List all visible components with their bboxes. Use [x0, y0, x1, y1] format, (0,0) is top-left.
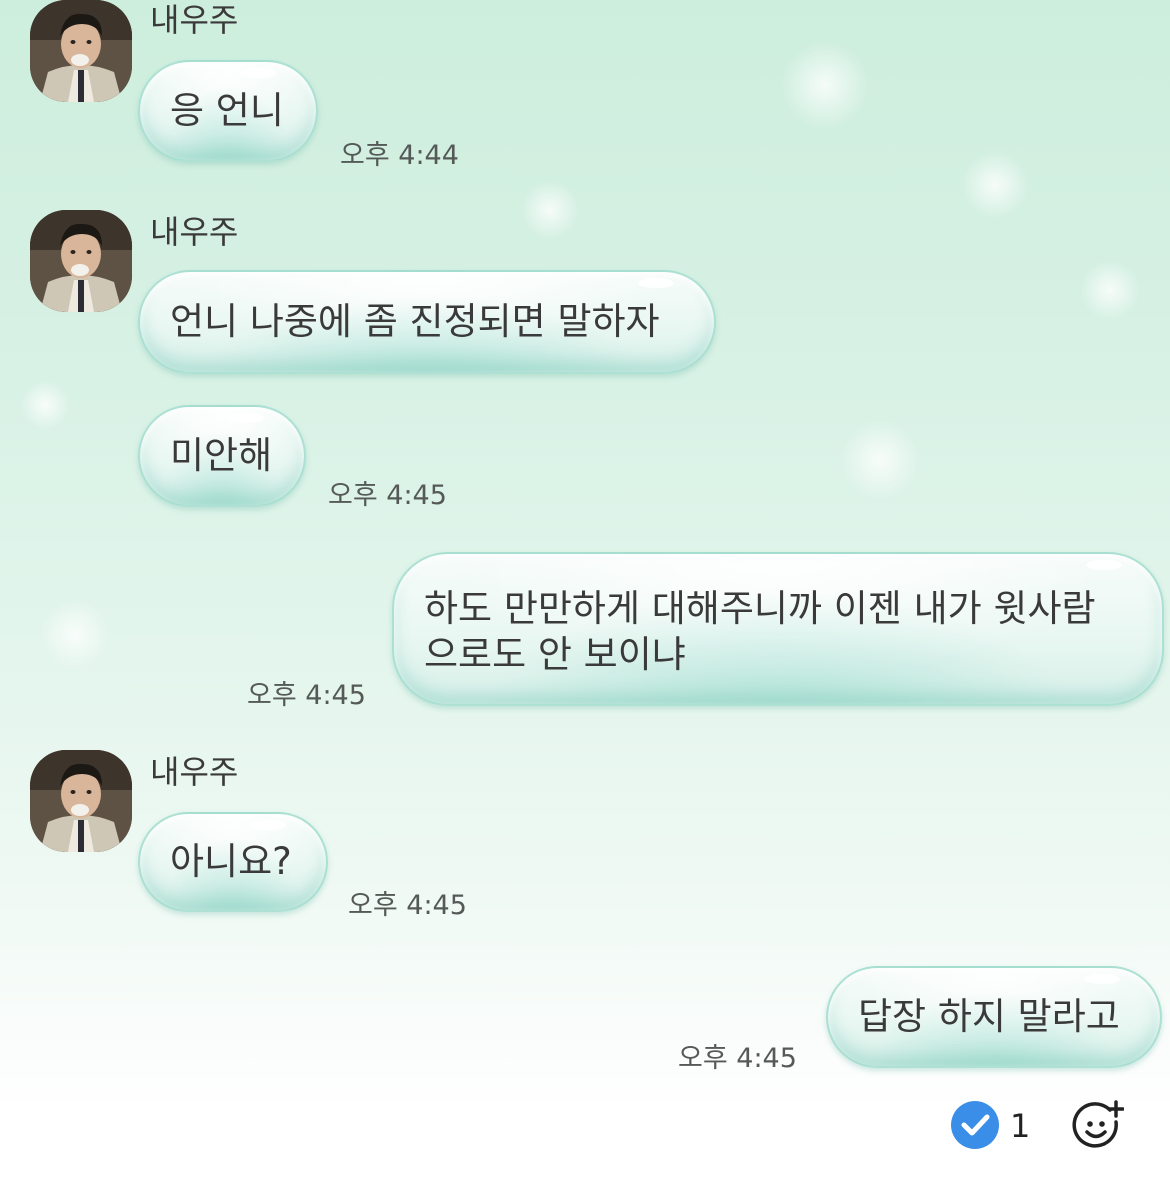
profile-photo-icon: [30, 0, 132, 102]
message-time: 오후 4:45: [348, 890, 467, 921]
background-sparkle: [520, 180, 580, 240]
background-sparkle: [1080, 260, 1140, 320]
bubble-shine: [638, 278, 674, 288]
sender-name: 내우주: [150, 1, 239, 39]
message-text-line: 하도 만만하게 대해주니까 이젠 내가 윗사람: [424, 587, 1096, 630]
bubble-shine: [240, 68, 276, 78]
read-count: 1: [1010, 1107, 1031, 1145]
message-text: 언니 나중에 좀 진정되면 말하자: [170, 300, 660, 343]
background-sparkle: [780, 40, 870, 130]
message-bubble[interactable]: 하도 만만하게 대해주니까 이젠 내가 윗사람 으로도 안 보이냐: [392, 552, 1164, 706]
message-bubble[interactable]: 언니 나중에 좀 진정되면 말하자: [138, 270, 716, 374]
add-reaction-icon[interactable]: [1072, 1100, 1125, 1152]
message-bubble[interactable]: 답장 하지 말라고: [826, 966, 1162, 1068]
avatar[interactable]: [30, 0, 132, 102]
profile-photo-icon: [30, 750, 132, 852]
message-time: 오후 4:45: [678, 1043, 797, 1074]
profile-photo-icon: [30, 210, 132, 312]
message-time: 오후 4:45: [328, 480, 447, 511]
bubble-shine: [250, 820, 286, 830]
avatar[interactable]: [30, 210, 132, 312]
message-bubble[interactable]: 아니요?: [138, 812, 328, 912]
background-sparkle: [40, 600, 110, 670]
message-bubble[interactable]: 응 언니: [138, 60, 318, 162]
background-sparkle: [960, 150, 1030, 220]
message-text: 응 언니: [170, 89, 284, 132]
message-text-line: 으로도 안 보이냐: [424, 633, 686, 676]
message-text: 하도 만만하게 대해주니까 이젠 내가 윗사람 으로도 안 보이냐: [424, 586, 1096, 678]
background-sparkle: [840, 420, 920, 500]
message-text: 답장 하지 말라고: [858, 995, 1120, 1038]
message-text: 미안해: [170, 434, 273, 477]
bubble-shine: [1084, 974, 1120, 984]
sender-name: 내우주: [150, 213, 239, 251]
bubble-shine: [228, 413, 264, 423]
bubble-shine: [1086, 560, 1122, 570]
message-bubble[interactable]: 미안해: [138, 405, 306, 507]
message-time: 오후 4:45: [247, 680, 366, 711]
background-sparkle: [20, 380, 70, 430]
message-time: 오후 4:44: [340, 140, 459, 171]
message-text: 아니요?: [170, 840, 292, 883]
check-circle-icon[interactable]: [950, 1100, 1000, 1150]
sender-name: 내우주: [150, 753, 239, 791]
avatar[interactable]: [30, 750, 132, 852]
